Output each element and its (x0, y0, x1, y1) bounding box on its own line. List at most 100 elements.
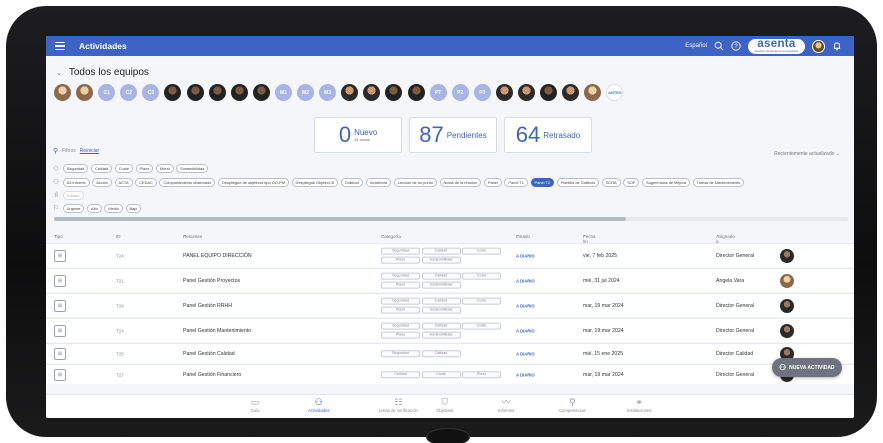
team-avatar-photo[interactable] (562, 84, 580, 101)
nav-item[interactable]: ☷ Listas de verificación (379, 397, 418, 413)
filter-chip[interactable]: Calidad (90, 164, 113, 173)
filter-chip[interactable]: A3 Informe (62, 178, 90, 187)
new-activity-button[interactable]: ⚇ NUEVA ACTIVIDAD (772, 358, 842, 377)
filter-chip[interactable]: Urgente (62, 204, 85, 213)
table-row[interactable]: ⊞ T21 Panel Gestión Proyectos Seguridad Cali… (46, 268, 854, 292)
filter-chip[interactable]: Seguridad (62, 164, 89, 173)
filter-chip[interactable]: Sostenibilidad (176, 164, 209, 173)
table-row[interactable]: ⊞ T24 PANEL EQUIPO DIRECCIÓN Seguridad Calid… (46, 243, 854, 267)
nav-item[interactable]: 〰 Informes (498, 397, 514, 413)
filter-chip[interactable]: Panel (483, 178, 502, 187)
row-summary[interactable]: Panel Gestión Financiero (183, 372, 241, 378)
filter-chip[interactable]: Tareas de Mantenimiento (692, 178, 745, 187)
col-categoria[interactable]: Categoría ⌄ (381, 232, 401, 239)
table-row[interactable]: ⊞ T25 Panel Gestión Calidad Seguridad Calida… (46, 343, 854, 363)
team-avatar-initials[interactable]: M1 (274, 84, 292, 101)
reset-button[interactable]: Reiniciar (80, 148, 99, 154)
row-summary[interactable]: Panel Gestión Mantenimiento (183, 328, 251, 334)
nav-item[interactable]: ⛉ Objetivos (436, 397, 453, 413)
table-row[interactable]: ⊞ T24 Panel Gestión RRHH Seguridad Calidad Co… (46, 293, 854, 317)
filter-icon[interactable]: ⚲ (53, 147, 58, 155)
kpi-new[interactable]: 0 Nuevo 24 horas (314, 117, 402, 153)
team-avatar-photo[interactable] (186, 84, 204, 101)
nav-item[interactable]: ⚲ Competencias (559, 397, 586, 413)
table-row[interactable]: ⊞ T27 Panel Gestión Financiero Calidad Coste… (46, 364, 854, 384)
team-avatar-initials[interactable]: C1 (98, 84, 116, 101)
filter-chip[interactable]: Alto (87, 204, 102, 213)
team-avatar-photo[interactable] (341, 84, 359, 101)
language-selector[interactable]: Español (685, 43, 707, 49)
team-avatar-photo[interactable] (363, 84, 381, 101)
team-avatar-photo[interactable] (584, 84, 602, 101)
team-avatar-photo[interactable] (540, 84, 558, 101)
team-avatar-photo[interactable] (164, 84, 182, 101)
team-avatar-photo[interactable] (230, 84, 248, 101)
filter-chip[interactable]: Plantilla de Gráficos (556, 178, 600, 187)
nav-item[interactable]: ⚭ Instalaciones (627, 397, 651, 413)
team-logo[interactable]: ANTES (606, 84, 624, 101)
team-avatar-initials[interactable]: M3 (319, 84, 337, 101)
chevron-down-icon[interactable]: ⌄ (56, 69, 62, 77)
filter-chip[interactable]: Acción (92, 178, 112, 187)
team-avatar-photo[interactable] (208, 84, 226, 101)
col-fecha[interactable]: Fecha lm ⌄ (583, 232, 596, 244)
scrollbar-thumb[interactable] (54, 217, 626, 221)
filter-chip[interactable]: Gráficos (340, 178, 364, 187)
sort-dropdown[interactable]: Recientemente actualizado ⌄ (774, 151, 840, 157)
filter-chip[interactable]: Sugerencias de Mejora (642, 178, 691, 187)
filter-chip[interactable]: Coste (114, 164, 133, 173)
nav-item[interactable]: ⚇ Actividades (308, 397, 329, 413)
filter-chip[interactable]: SOP (623, 178, 640, 187)
filter-chip[interactable]: A diario (62, 191, 84, 200)
filter-chip[interactable]: Panel T2 (530, 178, 555, 187)
team-avatar-photo[interactable] (495, 84, 513, 101)
row-summary[interactable]: Panel Gestión RRHH (183, 303, 232, 309)
team-avatar-photo[interactable] (54, 84, 71, 101)
team-header[interactable]: ⌄ Todos los equipos (56, 67, 149, 78)
filter-chip[interactable]: Notas de la reunión (439, 178, 482, 187)
row-summary[interactable]: Panel Gestión Calidad (183, 351, 235, 357)
menu-icon[interactable] (55, 42, 65, 50)
team-avatar-photo[interactable] (385, 84, 403, 101)
col-tipo[interactable]: Tipo ⌄ (54, 232, 63, 239)
col-asignado[interactable]: Asignado a ⌄ (716, 232, 735, 244)
filter-chip[interactable]: Plazo (135, 164, 154, 173)
row-summary[interactable]: Panel Gestión Proyectos (183, 278, 240, 284)
col-estado[interactable]: Estado ⌄ (516, 232, 530, 239)
filter-chip[interactable]: Bajo (125, 204, 142, 213)
filter-chip[interactable]: Medio (104, 204, 123, 213)
filter-chip[interactable]: SCRA (601, 178, 621, 187)
filter-chip[interactable]: CEDAC (135, 178, 157, 187)
filter-chip[interactable]: Panel T1 (504, 178, 528, 187)
kpi-delayed[interactable]: 64 Retrasado (504, 117, 592, 153)
team-avatar-initials[interactable]: P2 (451, 84, 469, 101)
team-avatar-photo[interactable] (517, 84, 535, 101)
filter-chip[interactable]: Moral (155, 164, 174, 173)
team-avatar-initials[interactable]: C3 (142, 84, 160, 101)
team-avatar-initials[interactable]: P3 (473, 84, 491, 101)
filter-chip[interactable]: ACTA (114, 178, 133, 187)
help-icon[interactable]: ? (731, 41, 741, 51)
table-row[interactable]: ⊞ T24 Panel Gestión Mantenimiento Seguridad… (46, 318, 854, 342)
filter-chip[interactable]: Despliegue de objetivos tipo OO-PM (218, 178, 289, 187)
team-avatar-initials[interactable]: M2 (297, 84, 315, 101)
filter-chip[interactable]: Incidencia (365, 178, 392, 187)
filter-chip[interactable]: Despliegue Objetivo B (291, 178, 339, 187)
user-avatar[interactable] (812, 39, 825, 53)
col-id[interactable]: ID ⌄ (116, 232, 121, 239)
search-icon[interactable] (714, 41, 724, 51)
horizontal-scrollbar[interactable] (54, 217, 848, 221)
filter-chip[interactable]: Comportamiento observado (159, 178, 216, 187)
team-avatar-initials[interactable]: PT (429, 84, 447, 101)
team-avatar-photo[interactable] (252, 84, 270, 101)
row-summary[interactable]: PANEL EQUIPO DIRECCIÓN (183, 253, 252, 259)
team-avatar-photo[interactable] (407, 84, 425, 101)
nav-item[interactable]: ▭ Guía (250, 397, 260, 413)
row-id: T24 (116, 253, 124, 258)
col-resumen[interactable]: Resumen ⌄ (183, 232, 202, 239)
team-avatar-photo[interactable] (76, 84, 94, 101)
kpi-pending[interactable]: 87 Pendientes (409, 117, 497, 153)
bell-icon[interactable] (832, 41, 842, 51)
filter-chip[interactable]: Lección de un punto (393, 178, 437, 187)
team-avatar-initials[interactable]: C2 (120, 84, 138, 101)
